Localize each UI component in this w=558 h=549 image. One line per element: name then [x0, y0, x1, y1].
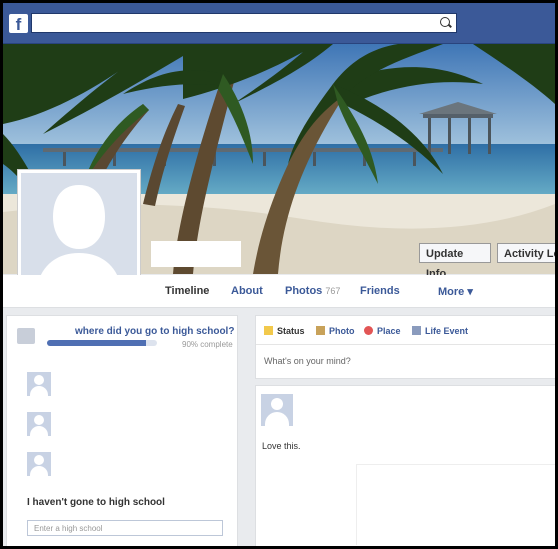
- profile-progress-bar: [47, 340, 157, 346]
- top-bar: f: [3, 3, 555, 44]
- update-info-button[interactable]: Update Info: [419, 243, 491, 280]
- no-high-school-option[interactable]: I haven't gone to high school: [27, 497, 165, 508]
- profile-name-redacted: [151, 241, 241, 267]
- search-icon[interactable]: [440, 17, 450, 27]
- friend-name-redacted: [55, 368, 205, 400]
- post-author-avatar[interactable]: [261, 394, 293, 426]
- photo-icon: [316, 326, 325, 335]
- timeline-nav: Timeline About Photos 767 Friends More ▾: [3, 275, 555, 308]
- search-input[interactable]: [31, 13, 457, 33]
- friend-avatar: [27, 412, 51, 436]
- composer-divider: [256, 344, 555, 345]
- place-icon: [364, 326, 373, 335]
- tab-photos-label: Photos: [285, 285, 323, 297]
- post-text: Love this.: [262, 441, 301, 451]
- friend-avatar: [27, 452, 51, 476]
- friend-avatar: [27, 372, 51, 396]
- tab-about[interactable]: About: [231, 285, 263, 297]
- high-school-prompt: where did you go to high school? 90% com…: [6, 315, 238, 546]
- friend-name-redacted: [55, 408, 147, 434]
- status-composer: Status Photo Place Life Event What's on …: [255, 315, 555, 379]
- life-event-icon: [412, 326, 421, 335]
- progress-label: 90% complete: [182, 340, 233, 349]
- tab-friends[interactable]: Friends: [360, 285, 400, 297]
- post-attachment[interactable]: [356, 464, 555, 545]
- progress-fill: [47, 340, 146, 346]
- high-school-input[interactable]: Enter a high school: [27, 520, 223, 536]
- school-icon: [17, 328, 35, 344]
- tab-more[interactable]: More ▾: [438, 285, 473, 298]
- tab-status[interactable]: Status: [264, 326, 305, 336]
- tab-timeline[interactable]: Timeline: [165, 285, 209, 297]
- high-school-question: where did you go to high school?: [75, 326, 235, 337]
- tab-place[interactable]: Place: [364, 326, 401, 336]
- tab-photo[interactable]: Photo: [316, 326, 355, 336]
- facebook-timeline-window: f Update Info Activity L Timeline About …: [3, 3, 555, 546]
- facebook-logo[interactable]: f: [9, 14, 28, 33]
- timeline-post: Love this.: [255, 385, 555, 546]
- tab-photos[interactable]: Photos 767: [285, 285, 340, 297]
- activity-log-button[interactable]: Activity Log: [497, 243, 555, 263]
- tab-life-event[interactable]: Life Event: [412, 326, 468, 336]
- friend-name-redacted: [55, 448, 179, 486]
- status-input[interactable]: What's on your mind?: [264, 356, 351, 366]
- status-icon: [264, 326, 273, 335]
- photos-count: 767: [325, 286, 341, 296]
